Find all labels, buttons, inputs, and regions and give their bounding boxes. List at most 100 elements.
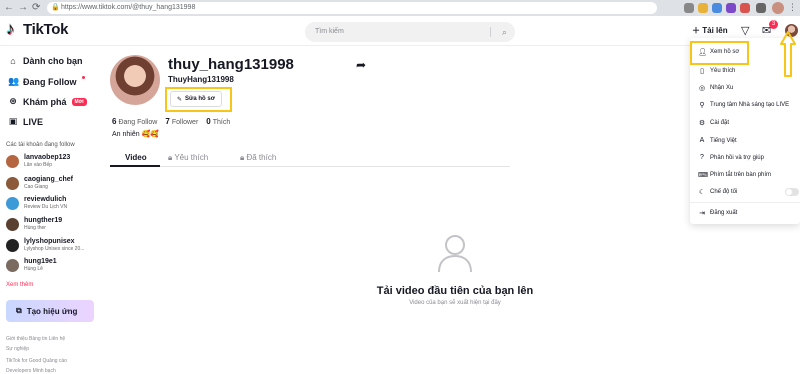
menu-item-logout[interactable]: ⇥ Đăng xuất <box>698 209 737 217</box>
nav-label: Đang Follow <box>23 76 77 87</box>
extension-icon[interactable] <box>684 3 694 13</box>
menu-item-coins[interactable]: ◎ Nhận Xu <box>698 84 733 92</box>
followers-count: 7 <box>165 117 170 126</box>
active-tab-indicator <box>110 165 160 167</box>
menu-label: Phím tắt trên bàn phím <box>710 172 772 178</box>
nav-live[interactable]: ▣ LIVE <box>8 116 43 127</box>
likes-stat: 0 Thích <box>206 117 230 126</box>
see-more-link[interactable]: Xem thêm <box>6 282 33 288</box>
footer-links[interactable]: Sự nghiệp <box>6 346 29 352</box>
upload-button[interactable]: ＋ Tải lên <box>692 25 728 36</box>
extension-icon[interactable] <box>712 3 722 13</box>
menu-item-live-creator[interactable]: ⚲ Trung tâm Nhà sáng tạo LIVE <box>698 101 789 109</box>
new-content-dot <box>81 76 85 79</box>
nav-following[interactable]: 👥 Đang Follow <box>8 76 85 87</box>
following-account[interactable]: reviewdulich Review Du Lịch VN <box>6 196 67 211</box>
search-input[interactable]: Tìm kiếm ⌕ <box>305 22 515 42</box>
compass-icon: ⊛ <box>9 96 17 106</box>
account-name: reviewdulich <box>24 196 67 203</box>
tab-label: Yêu thích <box>174 153 209 162</box>
extension-icon[interactable] <box>740 3 750 13</box>
menu-label: Tiếng Việt <box>710 137 737 144</box>
profile-display-name: thuy_hang131998 <box>168 56 294 73</box>
search-divider <box>490 27 491 37</box>
menu-label: Yêu thích <box>710 68 736 74</box>
search-placeholder: Tìm kiếm <box>315 28 344 35</box>
new-badge: Mới <box>71 97 87 106</box>
tab-label: Video <box>125 153 147 162</box>
avatar <box>6 239 19 252</box>
puzzle-icon[interactable] <box>756 3 766 13</box>
account-name: lanvaobep123 <box>24 154 71 161</box>
home-icon: ⌂ <box>10 56 16 66</box>
account-subtitle: Hùng Lê <box>24 266 43 272</box>
tab-liked[interactable]: 🔒︎ Đã thích <box>240 153 276 163</box>
avatar <box>6 218 19 231</box>
menu-label: Chế độ tối <box>710 189 738 195</box>
menu-item-favorites[interactable]: ▯ Yêu thích <box>698 67 735 75</box>
inbox-icon[interactable]: ▽ <box>741 24 749 37</box>
bookmark-icon: ▯ <box>700 68 704 75</box>
likes-label: Thích <box>212 119 231 126</box>
nav-explore[interactable]: ⊛ Khám phá Mới <box>8 96 87 107</box>
footer-links[interactable]: TikTok for Good Quảng cáo <box>6 358 67 364</box>
menu-item-help[interactable]: ? Phản hồi và trợ giúp <box>698 154 764 161</box>
following-account[interactable]: lanvaobep123 Lân vào Bếp <box>6 154 70 169</box>
menu-item-shortcuts[interactable]: ⌨ Phím tắt trên bàn phím <box>698 171 771 179</box>
highlight-box <box>690 41 749 65</box>
tiktok-logo[interactable]: TikTok <box>6 19 69 39</box>
address-bar[interactable]: 🔒 https://www.tiktok.com/@thuy_hang13199… <box>47 2 657 14</box>
annotation-arrow-icon <box>780 31 796 77</box>
menu-item-settings[interactable]: ⚙ Cài đặt <box>698 119 729 127</box>
kebab-menu-icon[interactable]: ⋮ <box>788 2 797 13</box>
moon-icon: ☾ <box>698 189 706 196</box>
nav-label: LIVE <box>23 116 44 127</box>
avatar <box>6 177 19 190</box>
tab-video[interactable]: Video <box>125 153 147 162</box>
following-account[interactable]: hung19e1 Hùng Lê <box>6 258 57 273</box>
menu-item-dark-mode[interactable]: ☾ Chế độ tối <box>698 188 738 196</box>
share-icon[interactable]: ➦ <box>356 58 366 72</box>
footer-links[interactable]: Giới thiệu Bảng tin Liên hệ <box>6 336 65 342</box>
logo-text: TikTok <box>23 21 69 38</box>
nav-for-you[interactable]: ⌂ Dành cho bạn <box>8 56 83 66</box>
tab-favorites[interactable]: 🔒︎ Yêu thích <box>168 153 208 163</box>
footer-links[interactable]: Developers Minh bạch <box>6 368 56 374</box>
account-name: hung19e1 <box>24 258 57 265</box>
account-subtitle: Lylyshop Unisex since 20... <box>24 246 85 252</box>
search-icon[interactable]: ⌕ <box>502 22 507 42</box>
following-stat[interactable]: 6 Đang Follow <box>112 117 157 126</box>
avatar <box>6 197 19 210</box>
nav-label: Dành cho bạn <box>23 56 83 66</box>
extension-icon[interactable] <box>726 3 736 13</box>
menu-label: Phản hồi và trợ giúp <box>710 154 764 161</box>
user-placeholder-icon <box>438 235 472 273</box>
reload-icon[interactable]: ⟳ <box>32 2 40 13</box>
tiktok-note-icon <box>6 19 20 39</box>
account-subtitle: Hùng ther <box>24 225 46 231</box>
browser-profile-avatar[interactable] <box>772 2 784 14</box>
menu-item-language[interactable]: A Tiếng Việt <box>698 137 737 144</box>
back-icon[interactable]: ← <box>4 2 14 13</box>
following-count: 6 <box>112 117 117 126</box>
extension-icon[interactable] <box>698 3 708 13</box>
dark-mode-toggle[interactable] <box>785 188 799 196</box>
forward-icon[interactable]: → <box>18 2 28 13</box>
following-account[interactable]: caogiang_chef Cao Giang <box>6 176 73 191</box>
menu-label: Trung tâm Nhà sáng tạo LIVE <box>710 102 790 108</box>
followers-stat[interactable]: 7 Follower <box>165 117 198 126</box>
effect-icon: ⧉ <box>16 306 22 315</box>
account-name: hungther19 <box>24 217 63 224</box>
create-effect-button[interactable]: ⧉ Tạo hiệu ứng <box>6 300 94 322</box>
account-subtitle: Review Du Lịch VN <box>24 204 68 210</box>
followers-label: Follower <box>171 119 199 126</box>
profile-stats: 6 Đang Follow 7 Follower 0 Thích <box>112 117 230 126</box>
account-subtitle: Cao Giang <box>24 184 48 190</box>
nav-label: Khám phá <box>23 96 67 107</box>
effect-label: Tạo hiệu ứng <box>26 306 78 316</box>
logout-icon: ⇥ <box>699 210 705 217</box>
notification-badge: 3 <box>769 20 778 29</box>
following-account[interactable]: hungther19 Hùng ther <box>6 217 62 232</box>
browser-toolbar: ← → ⟳ 🔒 https://www.tiktok.com/@thuy_han… <box>0 0 800 16</box>
following-account[interactable]: lylyshopunisex Lylyshop Unisex since 20.… <box>6 238 84 253</box>
